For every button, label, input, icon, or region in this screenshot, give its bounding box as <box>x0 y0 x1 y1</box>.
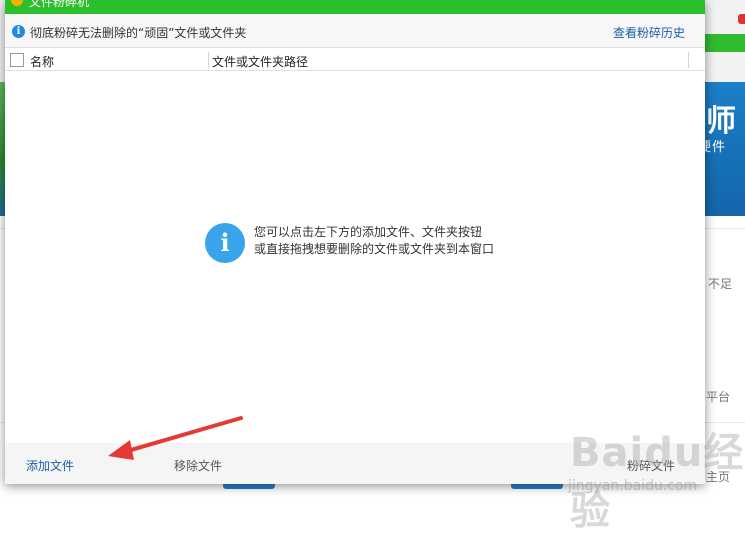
background-text: 不足 <box>708 277 733 291</box>
select-all-checkbox[interactable] <box>10 53 24 67</box>
watermark-url: jingyan.baidu.com <box>568 478 698 494</box>
info-large-icon: i <box>205 223 245 263</box>
remove-file-button[interactable]: 移除文件 <box>174 457 222 474</box>
column-header-path[interactable]: 文件或文件夹路径 <box>212 53 308 70</box>
column-divider[interactable] <box>208 52 209 68</box>
background-green-bar <box>700 34 745 52</box>
info-icon: i <box>12 25 25 38</box>
window-title: 文件粉碎机 <box>29 0 90 9</box>
view-history-link[interactable]: 查看粉碎历史 <box>613 24 685 41</box>
empty-hint-line2: 或直接拖拽想要删除的文件或文件夹到本窗口 <box>254 242 495 256</box>
empty-hint-line1: 您可以点击左下方的添加文件、文件夹按钮 <box>254 225 483 239</box>
background-banner-title: 师 <box>706 104 736 139</box>
info-bar: i 彻底粉碎无法删除的“顽固”文件或文件夹 查看粉碎历史 <box>5 14 705 48</box>
column-divider[interactable] <box>688 52 689 68</box>
background-red-marker <box>738 14 745 24</box>
app-icon <box>11 0 23 6</box>
add-file-button[interactable]: 添加文件 <box>26 457 74 474</box>
table-header: 名称 文件或文件夹路径 <box>5 50 705 71</box>
background-text: 平台 <box>706 390 731 404</box>
title-bar[interactable]: 文件粉碎机 <box>5 0 705 14</box>
column-header-name[interactable]: 名称 <box>30 53 54 70</box>
file-shredder-dialog: 文件粉碎机 i 彻底粉碎无法删除的“顽固”文件或文件夹 查看粉碎历史 名称 文件… <box>5 0 705 484</box>
info-text: 彻底粉碎无法删除的“顽固”文件或文件夹 <box>30 26 247 40</box>
